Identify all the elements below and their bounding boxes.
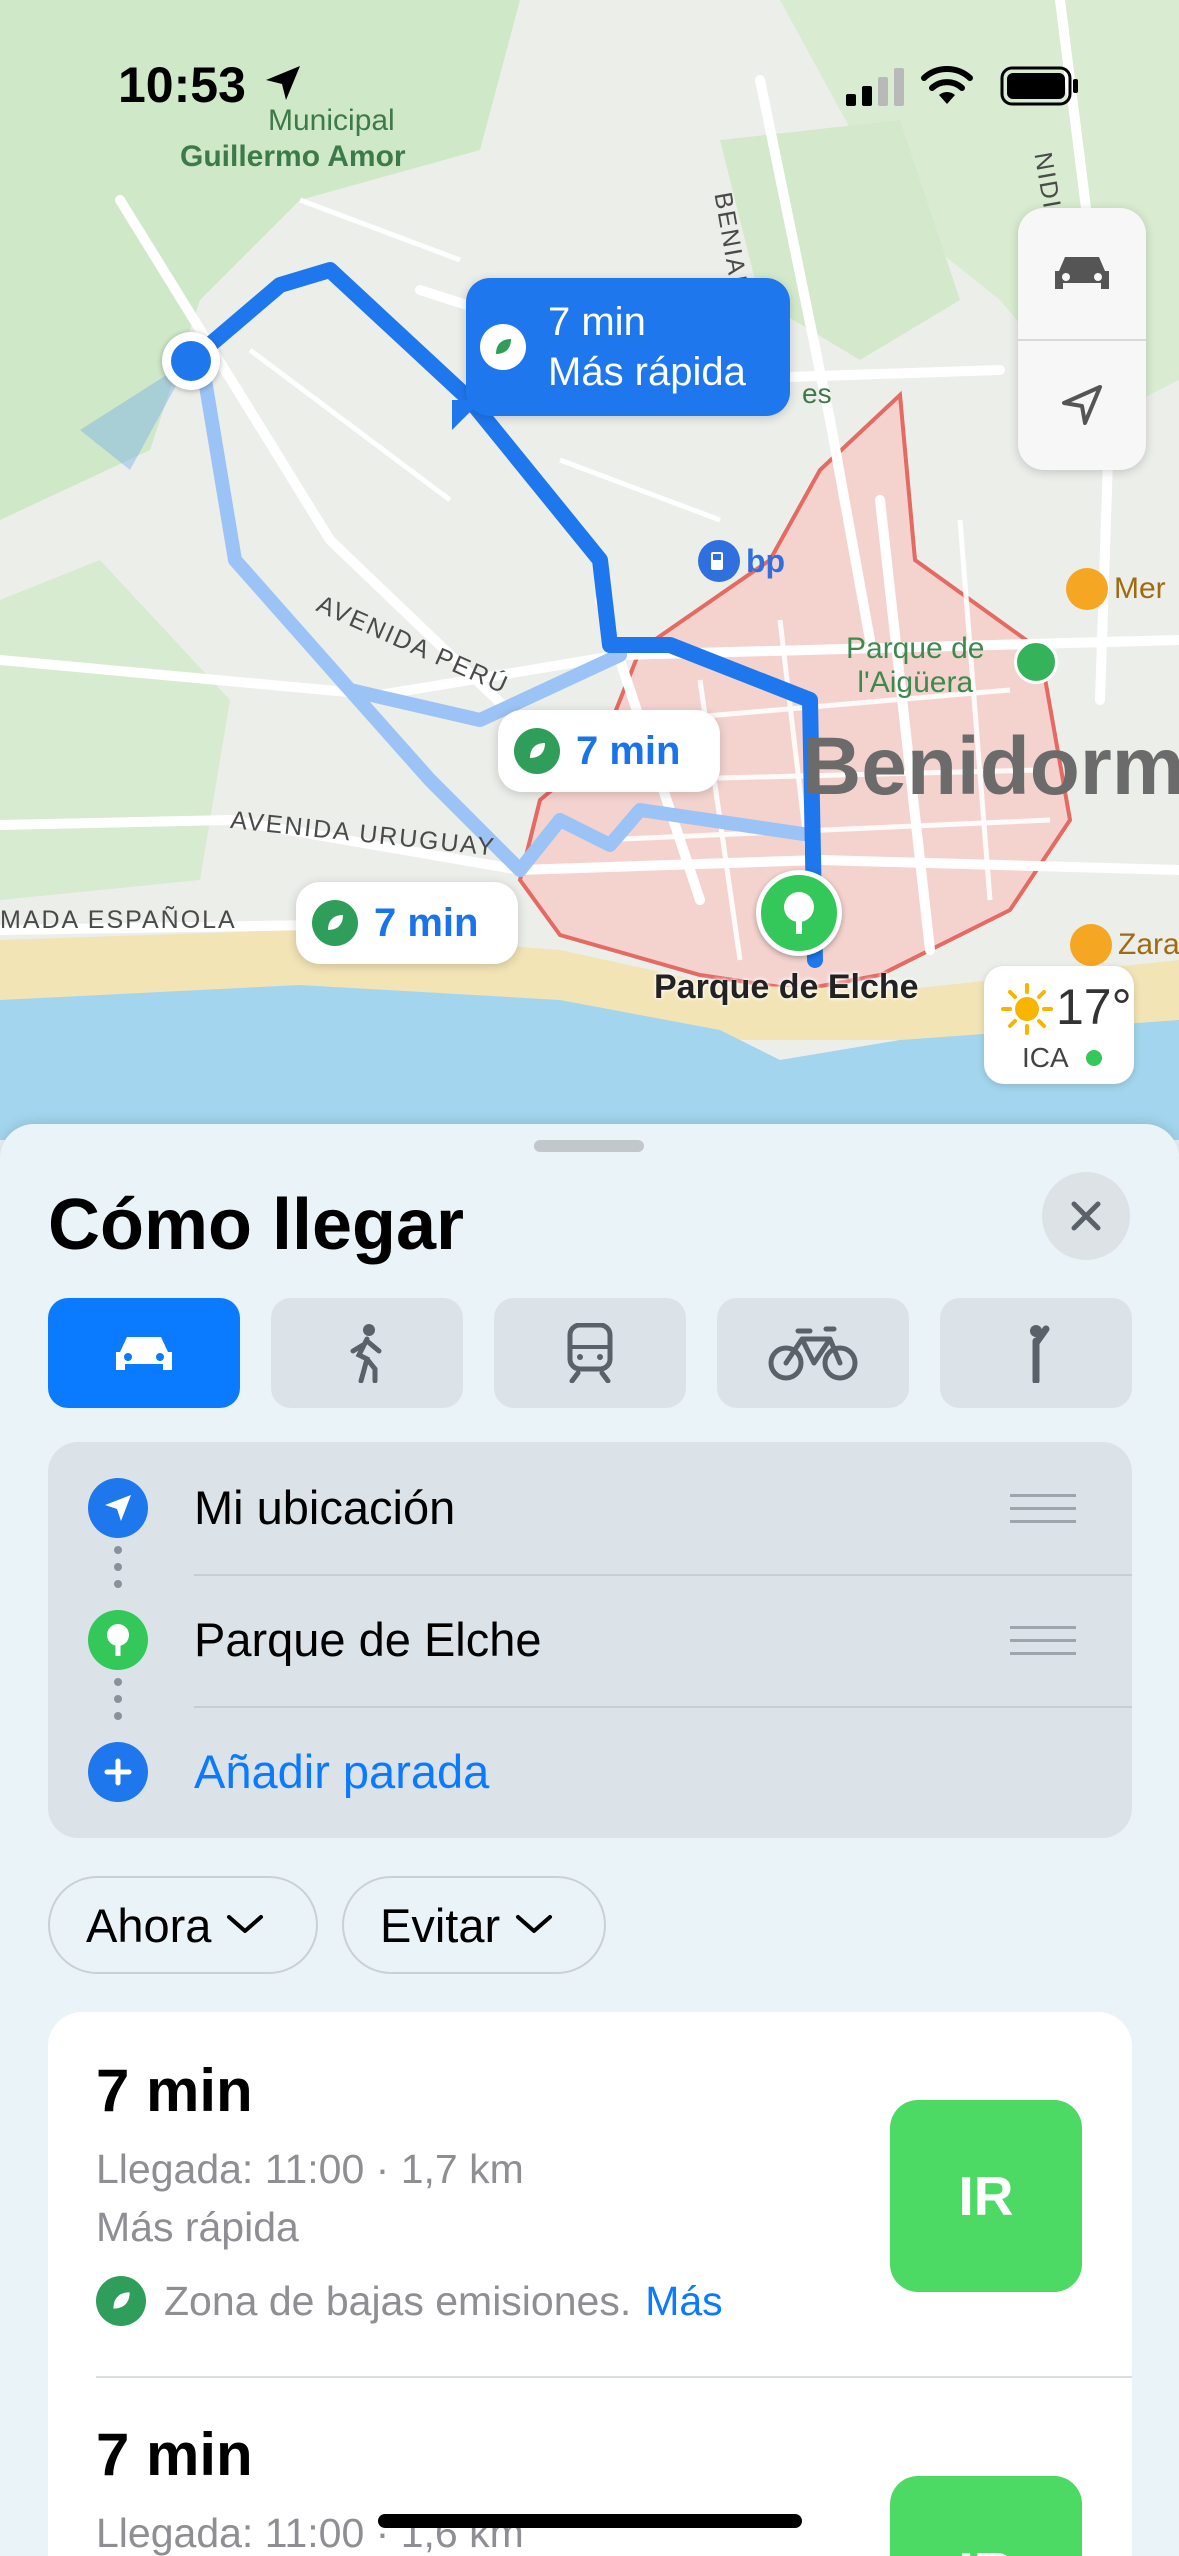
route-bubble-time: 7 min — [548, 300, 646, 344]
plus-icon — [88, 1742, 148, 1802]
stop-destination[interactable]: Parque de Elche — [48, 1574, 1132, 1706]
wifi-icon — [921, 66, 973, 104]
stop-label: Parque de Elche — [194, 1613, 542, 1666]
chevron-down-icon — [227, 1915, 264, 1933]
stop-label: Mi ubicación — [194, 1481, 456, 1534]
temperature: 17° — [1056, 979, 1132, 1035]
transit-icon — [567, 1323, 613, 1383]
street-label: MADA ESPAÑOLA — [0, 906, 237, 934]
sheet-title: Cómo llegar — [48, 1185, 465, 1265]
shirt-icon — [1070, 924, 1112, 966]
tree-icon — [784, 892, 814, 934]
pill-label: Evitar — [380, 1898, 501, 1952]
route-duration: 7 min — [96, 2421, 253, 2488]
cellular-signal-icon — [846, 68, 904, 106]
departure-time-button[interactable]: Ahora — [48, 1876, 318, 1974]
route-options-list: 7 min Llegada: 11:00 · 1,7 km Más rápida… — [48, 2012, 1132, 2556]
stop-origin[interactable]: Mi ubicación — [48, 1442, 1132, 1574]
status-bar: 10:53 — [0, 0, 1179, 150]
reorder-handle-icon[interactable] — [1010, 1626, 1076, 1665]
poi-mer[interactable]: Mer — [1066, 568, 1166, 610]
aqi-label: ICA — [1022, 1042, 1069, 1073]
mode-rideshare-button[interactable] — [940, 1298, 1132, 1408]
go-button[interactable]: IR — [890, 2100, 1082, 2292]
route-tag: Más rápida — [96, 2204, 299, 2250]
park-label: l'Aigüera — [857, 666, 974, 699]
station-label: bp — [746, 542, 786, 579]
recenter-button[interactable] — [1018, 340, 1146, 470]
directions-sheet: Cómo llegar Mi ubicación Parque de Elche… — [0, 1124, 1179, 2556]
fuel-icon — [698, 540, 740, 582]
route-bubble-time: 7 min — [576, 728, 681, 773]
status-time: 10:53 — [118, 57, 246, 113]
route-bubble-fastest[interactable]: 7 min Más rápida — [466, 278, 790, 416]
pill-label: Ahora — [86, 1898, 212, 1952]
close-button[interactable] — [1042, 1172, 1130, 1260]
more-link[interactable]: Más — [645, 2278, 722, 2325]
route-stops: Mi ubicación Parque de Elche Añadir para… — [48, 1442, 1132, 1838]
sheet-grabber[interactable] — [534, 1140, 644, 1152]
park-label: Parque de — [846, 632, 985, 665]
route-bubble-alt[interactable]: 7 min — [296, 882, 518, 964]
destination-label: Parque de Elche — [654, 968, 919, 1006]
go-button[interactable]: IR — [890, 2476, 1082, 2556]
partial-label: es — [802, 378, 832, 409]
add-stop-button[interactable]: Añadir parada — [48, 1706, 1132, 1838]
sun-icon — [1001, 983, 1053, 1035]
current-location-dot — [162, 332, 220, 390]
car-mode-map-button[interactable] — [1018, 208, 1146, 338]
location-services-icon — [266, 66, 300, 100]
shopping-cart-icon — [1066, 568, 1108, 610]
city-label: Benidorm — [802, 721, 1179, 812]
rideshare-icon — [1030, 1325, 1050, 1383]
transport-mode-selector — [48, 1298, 1132, 1408]
map-view[interactable]: Municipal Guillermo Amor BENIARDÁ NIDI A… — [0, 0, 1179, 1140]
leaf-icon — [96, 2276, 146, 2326]
poi-zara[interactable]: Zara — [1070, 924, 1179, 966]
tree-icon — [1014, 640, 1058, 684]
leaf-icon — [312, 900, 358, 946]
gas-station-pin[interactable]: bp — [698, 540, 785, 582]
mode-transit-button[interactable] — [494, 1298, 686, 1408]
route-bubble-time: 7 min — [374, 900, 479, 945]
low-emission-notice: Zona de bajas emisiones. Más — [96, 2276, 723, 2326]
location-arrow-icon — [1062, 385, 1102, 425]
reorder-handle-icon[interactable] — [1010, 1494, 1076, 1533]
bike-icon — [768, 1326, 858, 1381]
close-icon — [1071, 1201, 1101, 1231]
bubble-tail — [452, 400, 482, 430]
poi-label: Zara — [1118, 928, 1179, 961]
poi-label: Mer — [1114, 572, 1166, 605]
park-aiguera-pin[interactable]: Parque de l'Aigüera — [846, 632, 1058, 700]
route-duration: 7 min — [96, 2057, 253, 2124]
map-controls — [1018, 208, 1146, 470]
tree-icon — [88, 1610, 148, 1670]
route-option[interactable]: 7 min Llegada: 11:00 · 1,6 km IR — [48, 2376, 1132, 2556]
route-bubble-tag: Más rápida — [548, 350, 746, 394]
home-indicator[interactable] — [378, 2514, 802, 2528]
route-arrival: Llegada: 11:00 · 1,7 km — [96, 2146, 524, 2192]
destination-pin[interactable] — [756, 870, 842, 956]
avoid-options-button[interactable]: Evitar — [342, 1876, 606, 1974]
car-icon — [1055, 257, 1109, 289]
route-bubble-alt[interactable]: 7 min — [498, 710, 720, 792]
walk-icon — [350, 1324, 382, 1383]
chevron-down-icon — [516, 1915, 553, 1933]
leaf-icon — [480, 324, 526, 370]
leaf-icon — [514, 728, 560, 774]
mode-car-button[interactable] — [48, 1298, 240, 1408]
aqi-indicator — [1086, 1050, 1102, 1066]
location-arrow-icon — [88, 1478, 148, 1538]
mode-bike-button[interactable] — [717, 1298, 909, 1408]
add-stop-label: Añadir parada — [194, 1745, 490, 1798]
battery-icon — [1000, 66, 1078, 106]
weather-widget[interactable]: 17° ICA — [984, 966, 1134, 1084]
mode-walk-button[interactable] — [271, 1298, 463, 1408]
zone-text: Zona de bajas emisiones. — [164, 2277, 632, 2324]
route-option[interactable]: 7 min Llegada: 11:00 · 1,7 km Más rápida… — [48, 2012, 1132, 2376]
car-icon — [116, 1337, 172, 1370]
